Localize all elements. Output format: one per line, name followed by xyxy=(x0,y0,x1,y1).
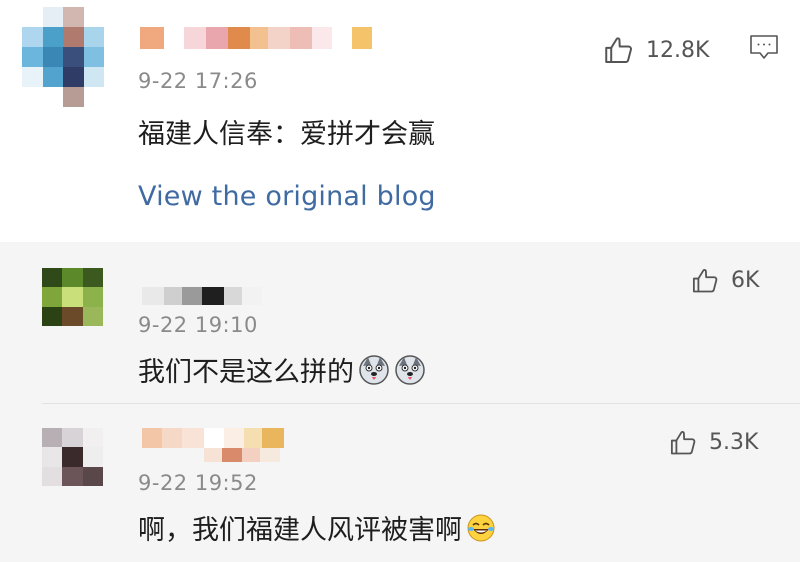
husky-doge-emoji xyxy=(395,354,425,385)
comment-text-body: 我们不是这么拼的 xyxy=(138,357,354,388)
weibo-comment-screenshot: 9-22 17:26 福建人信奉：爱拼才会赢 View the original… xyxy=(0,0,800,562)
comment-timestamp: 9-22 19:10 xyxy=(138,313,258,337)
comment-username-blurred-2 xyxy=(204,448,280,462)
comment-divider xyxy=(42,403,800,404)
original-post: 9-22 17:26 福建人信奉：爱拼才会赢 View the original… xyxy=(0,0,800,242)
comment-like-button[interactable]: 5.3K xyxy=(668,427,758,458)
comment-timestamp: 9-22 19:52 xyxy=(138,471,258,495)
view-original-blog-link[interactable]: View the original blog xyxy=(138,181,436,212)
post-like-count: 12.8K xyxy=(646,37,710,63)
comment-username-blurred[interactable] xyxy=(142,428,284,448)
comment-username-blurred[interactable] xyxy=(142,287,262,305)
comment-text-body: 啊，我们福建人风评被害啊 xyxy=(138,515,462,546)
post-like-button[interactable]: 12.8K xyxy=(602,33,709,67)
comment-list: 9-22 19:10 我们不是这么拼的 6K 9-22 19:52 啊，我们福建… xyxy=(0,242,800,562)
thumbs-up-icon xyxy=(605,37,632,64)
comment-text: 我们不是这么拼的 xyxy=(138,350,426,389)
husky-doge-emoji xyxy=(359,354,389,385)
comment-avatar[interactable] xyxy=(42,268,103,326)
comment-icon[interactable] xyxy=(748,33,780,63)
username-blurred[interactable] xyxy=(140,27,372,49)
thumbs-up-icon xyxy=(692,269,718,293)
comment-like-button[interactable]: 6K xyxy=(690,265,759,296)
post-text: 福建人信奉：爱拼才会赢 xyxy=(138,119,435,150)
comment-like-count: 5.3K xyxy=(709,430,759,455)
comment-avatar[interactable] xyxy=(42,428,103,486)
avatar[interactable] xyxy=(22,7,104,107)
comment-like-count: 6K xyxy=(731,268,760,293)
laugh-cry-emoji xyxy=(467,514,495,541)
comment-text: 啊，我们福建人风评被害啊 xyxy=(138,508,496,547)
thumbs-up-icon xyxy=(670,431,696,455)
post-timestamp: 9-22 17:26 xyxy=(138,69,258,93)
